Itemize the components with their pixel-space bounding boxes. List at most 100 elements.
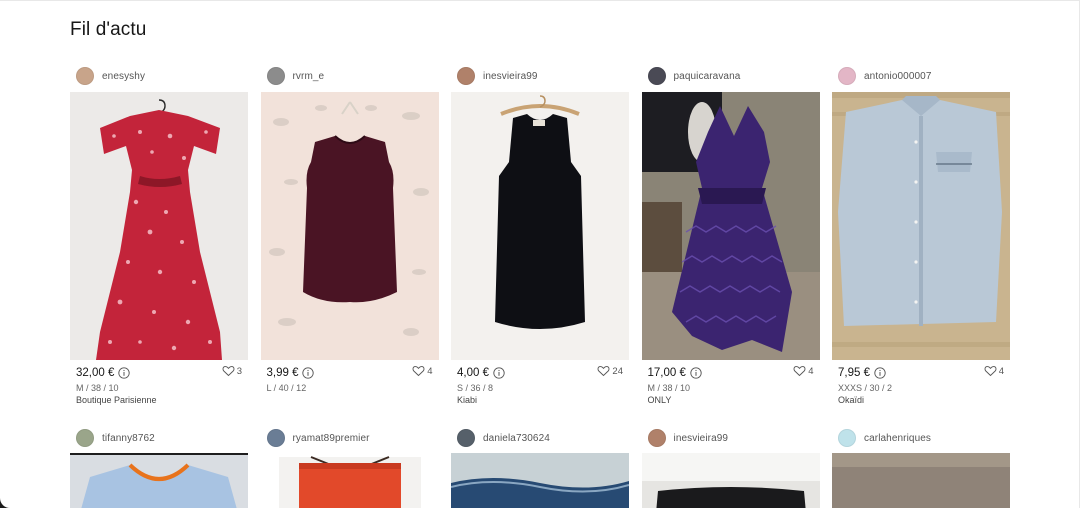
item-user[interactable]: paquicaravana — [642, 63, 820, 89]
item-user[interactable]: tifanny8762 — [70, 425, 248, 451]
item-card[interactable]: inesvieira99 4,00 € 24 S / 36 / 8 Kiabi — [451, 63, 629, 424]
avatar[interactable] — [647, 67, 666, 85]
item-details: L / 40 / 12 — [266, 383, 307, 393]
favorite-button[interactable]: 24 — [597, 365, 623, 377]
item-brand[interactable]: Okaïdi — [838, 394, 1004, 407]
avatar[interactable] — [647, 429, 666, 447]
item-card[interactable]: carlahenriques — [832, 425, 1010, 508]
item-details: M / 38 / 10 — [76, 383, 119, 393]
avatar[interactable] — [266, 67, 285, 85]
item-user[interactable]: enesyshy — [70, 63, 248, 89]
heart-icon — [597, 365, 610, 377]
item-brand[interactable]: ONLY — [648, 394, 814, 407]
item-info: 17,00 € 4 M / 38 / 10 ONLY — [642, 360, 820, 407]
item-photo-light-blue-top[interactable] — [70, 453, 248, 508]
item-user[interactable]: carlahenriques — [832, 425, 1010, 451]
item-photo-denim[interactable] — [451, 453, 629, 508]
item-card[interactable]: inesvieira99 — [641, 425, 820, 508]
page-title: Fil d'actu — [70, 19, 147, 40]
light-blue-shirt-image — [832, 92, 1010, 360]
info-icon[interactable] — [874, 367, 886, 379]
favorite-button[interactable]: 3 — [222, 365, 242, 377]
username[interactable]: antonio000007 — [864, 71, 931, 82]
item-photo-black-velvet-dress[interactable] — [451, 92, 629, 360]
feed-page: Fil d'actu enesyshy 32,00 € 3 M / 38 / 1… — [0, 0, 1080, 508]
item-card[interactable]: tifanny8762 — [70, 425, 248, 508]
avatar[interactable] — [266, 429, 285, 447]
taupe-fabric-image — [832, 453, 1010, 508]
item-price: 32,00 € — [76, 367, 115, 379]
like-count: 4 — [427, 365, 433, 377]
like-count: 4 — [998, 365, 1004, 377]
info-icon[interactable] — [302, 367, 315, 379]
item-photo-light-blue-shirt[interactable] — [832, 92, 1010, 360]
avatar[interactable] — [838, 429, 856, 447]
like-count: 3 — [236, 365, 242, 377]
item-user[interactable]: inesvieira99 — [451, 63, 629, 89]
heart-icon — [412, 365, 425, 377]
item-photo-black-shorts[interactable] — [641, 453, 820, 508]
heart-icon — [222, 365, 235, 377]
item-user[interactable]: rvrm_e — [261, 63, 439, 89]
info-icon[interactable] — [690, 367, 702, 379]
item-brand[interactable]: Kiabi — [457, 394, 623, 407]
light-blue-top-image — [70, 453, 248, 508]
username[interactable]: tifanny8762 — [102, 433, 155, 444]
black-shorts-image — [641, 453, 820, 508]
item-photo-red-floral-maxi-dress[interactable] — [70, 92, 248, 360]
favorite-button[interactable]: 4 — [984, 365, 1004, 377]
item-info: 32,00 € 3 M / 38 / 10 Boutique Parisienn… — [70, 360, 248, 407]
item-user[interactable]: inesvieira99 — [642, 425, 820, 451]
item-card[interactable]: enesyshy 32,00 € 3 M / 38 / 10 Boutique … — [70, 63, 248, 424]
favorite-button[interactable]: 4 — [793, 365, 814, 377]
item-brand[interactable]: Boutique Parisienne — [76, 394, 242, 407]
username[interactable]: inesvieira99 — [483, 71, 538, 82]
favorite-button[interactable]: 4 — [412, 365, 433, 377]
username[interactable]: ryamat89premier — [293, 433, 370, 444]
item-price: 4,00 € — [457, 367, 489, 379]
item-user[interactable]: daniela730624 — [451, 425, 629, 451]
item-price: 7,95 € — [838, 367, 870, 379]
avatar[interactable] — [76, 67, 94, 85]
item-user[interactable]: ryamat89premier — [261, 425, 439, 451]
item-details: M / 38 / 10 — [647, 383, 691, 393]
purple-dress-image — [641, 92, 820, 360]
avatar[interactable] — [838, 67, 856, 85]
item-info: 3,99 € 4 L / 40 / 12 — [261, 360, 439, 394]
feed-grid: enesyshy 32,00 € 3 M / 38 / 10 Boutique … — [70, 63, 1010, 424]
item-info: 4,00 € 24 S / 36 / 8 Kiabi — [451, 360, 629, 407]
avatar[interactable] — [457, 67, 475, 85]
username[interactable]: daniela730624 — [483, 433, 550, 444]
item-card[interactable]: antonio000007 7,95 € 4 XXXS / 30 / 2 Oka… — [832, 63, 1010, 424]
heart-icon — [984, 365, 997, 377]
orange-skirt-image — [260, 453, 439, 508]
item-photo-orange-skirt[interactable] — [260, 453, 439, 508]
username[interactable]: carlahenriques — [864, 433, 931, 444]
info-icon[interactable] — [493, 367, 505, 379]
like-count: 4 — [808, 365, 814, 377]
avatar[interactable] — [457, 429, 475, 447]
item-card[interactable]: rvrm_e 3,99 € 4 L / 40 / 12 — [260, 63, 439, 424]
denim-image — [451, 453, 629, 508]
red-floral-dress-image — [70, 92, 248, 360]
username[interactable]: inesvieira99 — [674, 433, 729, 444]
item-card[interactable]: daniela730624 — [451, 425, 629, 508]
heart-icon — [793, 365, 806, 377]
item-user[interactable]: antonio000007 — [832, 63, 1010, 89]
item-card[interactable]: paquicaravana 17,00 € 4 M / 38 / 10 ONLY — [641, 63, 820, 424]
black-velvet-dress-image — [451, 92, 629, 360]
window-corner — [0, 498, 10, 508]
like-count: 24 — [612, 365, 623, 377]
item-info: 7,95 € 4 XXXS / 30 / 2 Okaïdi — [832, 360, 1010, 407]
username[interactable]: enesyshy — [102, 71, 145, 82]
item-photo-purple-chiffon-dress[interactable] — [641, 92, 820, 360]
username[interactable]: rvrm_e — [293, 71, 325, 82]
username[interactable]: paquicaravana — [674, 71, 741, 82]
item-card[interactable]: ryamat89premier — [260, 425, 439, 508]
item-photo-taupe-fabric[interactable] — [832, 453, 1010, 508]
item-details: XXXS / 30 / 2 — [838, 383, 893, 393]
item-photo-burgundy-tank-top[interactable] — [260, 92, 439, 360]
avatar[interactable] — [76, 429, 94, 447]
info-icon[interactable] — [118, 367, 131, 379]
feed-grid-row2: tifanny8762 ryamat89premier daniela73062… — [70, 425, 1010, 508]
